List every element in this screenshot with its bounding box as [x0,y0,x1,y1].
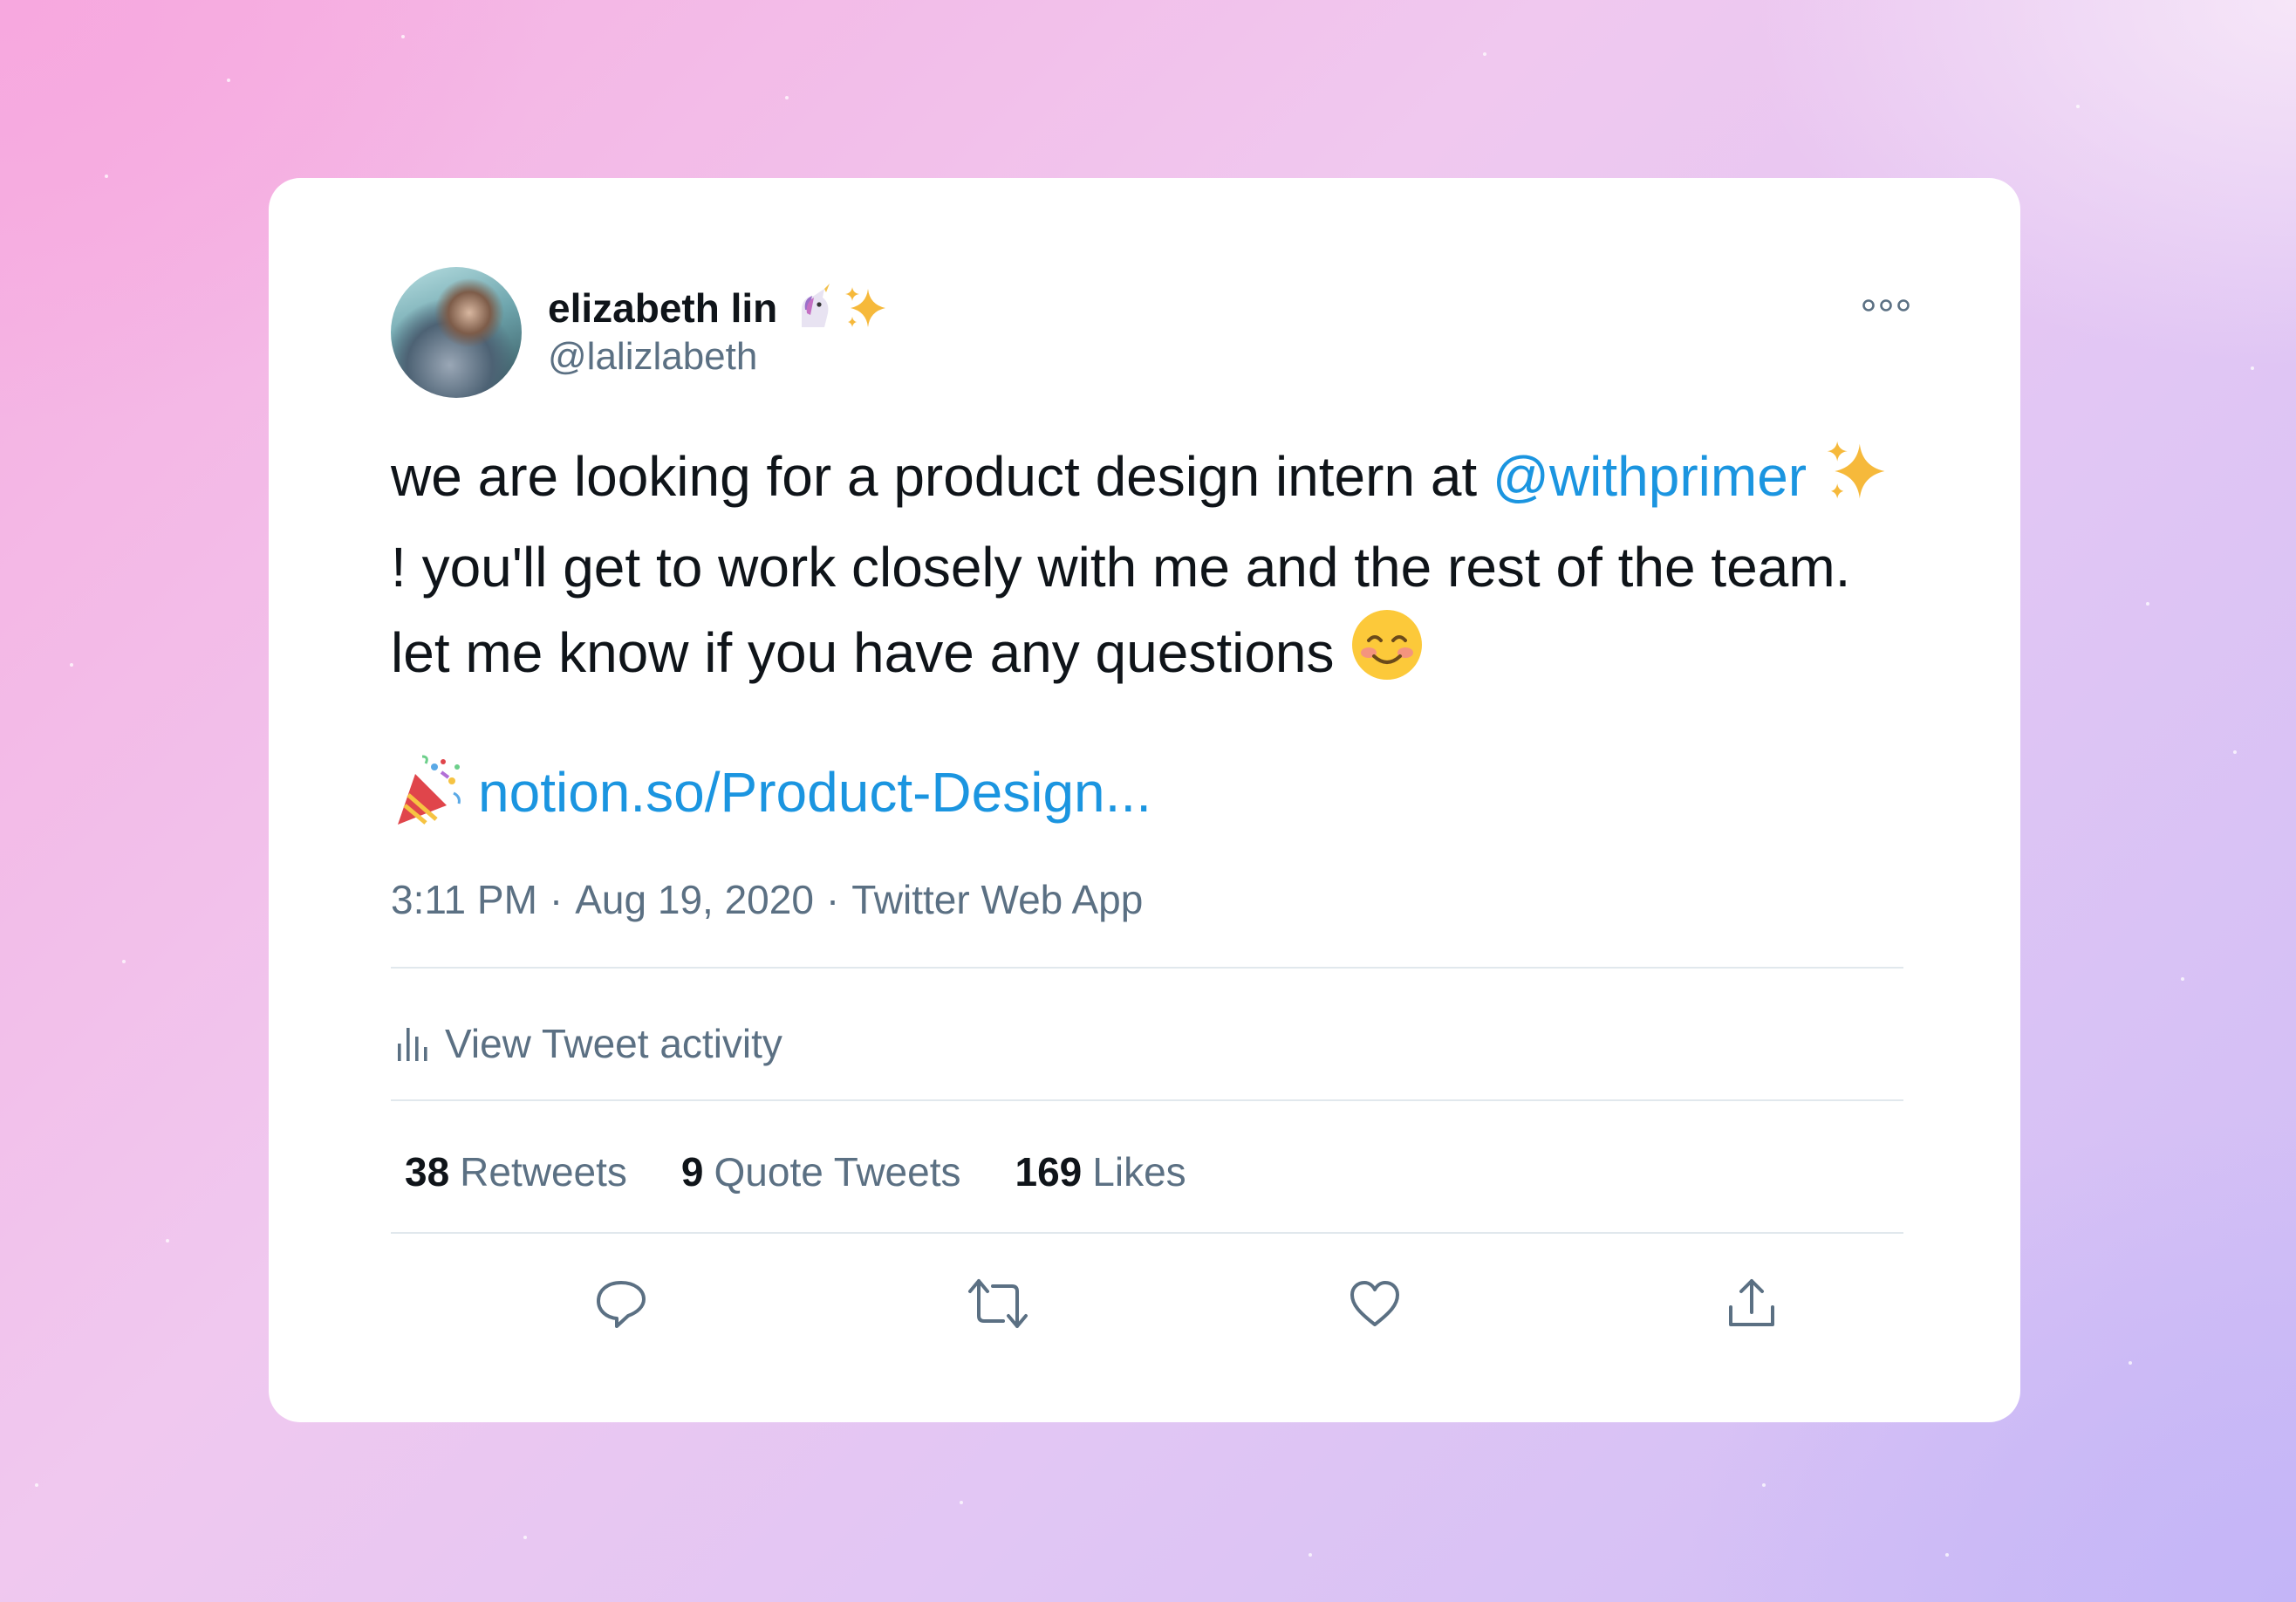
unicorn-emoji [802,284,830,327]
quote-tweets-count: 9 [680,1149,704,1195]
share-button[interactable] [1708,1260,1795,1347]
view-tweet-activity-link[interactable]: View Tweet activity [396,1009,782,1078]
mention-link[interactable]: @withprimer [1493,445,1807,508]
name-emojis [789,284,891,332]
tweet-text-part1: we are looking for a product design inte… [391,445,1493,508]
view-tweet-activity-label: View Tweet activity [445,1021,782,1066]
tweet-time[interactable]: 3:11 PM [391,876,537,923]
share-icon [1729,1279,1774,1326]
more-options-button[interactable] [1851,281,1921,330]
divider [391,1099,1903,1101]
divider [391,1232,1903,1234]
divider [391,967,1903,969]
reply-button[interactable] [577,1260,665,1347]
meta-separator: · [549,877,564,922]
tweet-actions [391,1260,1903,1347]
author-handle[interactable]: @lalizlabeth [548,335,757,379]
likes-count: 169 [1015,1149,1083,1195]
bar-chart-icon [398,1028,427,1061]
sparkles-emoji [1822,436,1892,527]
likes-stat[interactable]: 169 Likes [1015,1148,1186,1195]
retweets-count: 38 [405,1149,450,1195]
tweet-date[interactable]: Aug 19, 2020 [575,876,814,923]
avatar[interactable] [391,267,522,398]
meta-separator: · [825,877,840,922]
quote-tweets-label: Quote Tweets [714,1149,961,1195]
sparkles-emoji [845,287,886,327]
tweet-stats: 38 Retweets 9 Quote Tweets 169 Likes [405,1141,1186,1202]
author-name[interactable]: elizabeth lin [548,284,777,332]
smiling-face-emoji [1350,607,1425,703]
tweet-card: elizabeth lin @lalizlabeth we are lookin… [269,178,2020,1422]
reply-icon [597,1281,646,1328]
link-row: notion.so/Product-Design... [391,752,1151,832]
more-icon [1862,299,1910,312]
tweet-text-part2: ! you'll get to work closely with me and… [391,536,1851,684]
likes-label: Likes [1092,1149,1186,1195]
retweets-label: Retweets [460,1149,627,1195]
tweet-link[interactable]: notion.so/Product-Design... [478,760,1151,825]
quote-tweets-stat[interactable]: 9 Quote Tweets [681,1148,961,1195]
tweet-text: we are looking for a product design inte… [391,436,1900,703]
tweet-source[interactable]: Twitter Web App [851,876,1143,923]
author-name-row[interactable]: elizabeth lin [548,281,891,335]
like-button[interactable] [1331,1260,1418,1347]
retweet-button[interactable] [954,1260,1042,1347]
party-popper-emoji [398,755,461,825]
retweets-stat[interactable]: 38 Retweets [405,1148,627,1195]
like-icon [1350,1281,1399,1326]
tweet-meta: 3:11 PM · Aug 19, 2020 · Twitter Web App [391,876,1143,923]
retweet-icon [968,1279,1028,1328]
